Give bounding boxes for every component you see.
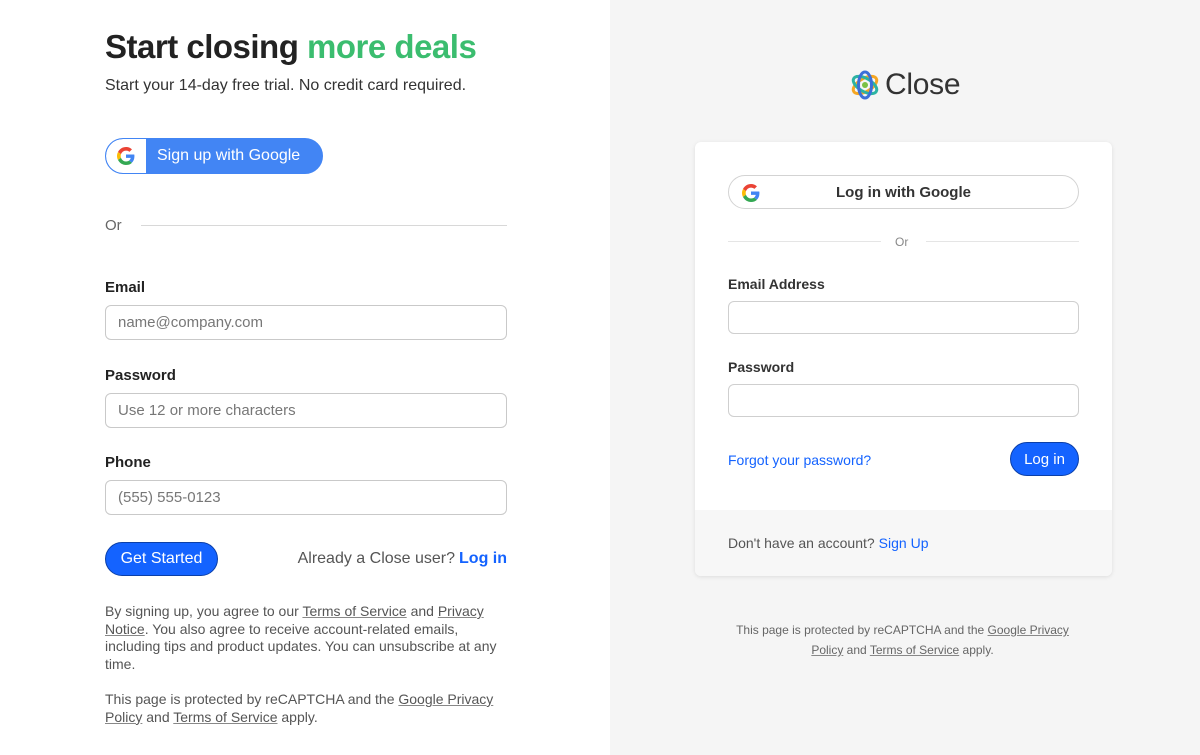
password-label: Password bbox=[105, 367, 176, 384]
forgot-password-link[interactable]: Forgot your password? bbox=[728, 452, 871, 468]
phone-input[interactable] bbox=[105, 480, 507, 515]
close-logo-icon bbox=[851, 70, 879, 100]
headline-accent-text: more deals bbox=[307, 28, 477, 65]
email-label: Email bbox=[105, 279, 146, 296]
or-divider-label: Or bbox=[105, 217, 122, 234]
or-divider-label: Or bbox=[895, 235, 909, 249]
recaptcha-text: apply. bbox=[277, 708, 318, 725]
already-user-text: Already a Close user? Log in bbox=[298, 550, 507, 568]
signup-panel: Start closing more deals Start your 14-d… bbox=[0, 0, 610, 755]
terms-of-service-link[interactable]: Terms of Service bbox=[302, 603, 406, 619]
google-terms-link[interactable]: Terms of Service bbox=[870, 643, 959, 657]
google-g-icon bbox=[742, 184, 760, 202]
login-button[interactable]: Log in bbox=[1010, 442, 1079, 476]
google-g-icon bbox=[117, 147, 135, 165]
already-user-label: Already a Close user? bbox=[297, 550, 456, 567]
no-account-text: Don't have an account? Sign Up bbox=[728, 535, 928, 551]
recaptcha-text: and bbox=[142, 708, 174, 725]
recaptcha-text: This page is protected by reCAPTCHA and … bbox=[105, 691, 399, 707]
no-account-label: Don't have an account? bbox=[728, 535, 875, 551]
recaptcha-text: and bbox=[843, 643, 870, 657]
legal-text: and bbox=[406, 603, 438, 619]
login-password-input[interactable] bbox=[728, 384, 1079, 417]
login-link[interactable]: Log in bbox=[455, 550, 507, 567]
headline-text: Start closing bbox=[105, 28, 308, 65]
google-login-label: Log in with Google bbox=[836, 183, 971, 201]
password-input[interactable] bbox=[105, 393, 507, 428]
close-logo: Close bbox=[849, 68, 961, 102]
recaptcha-text: This page is protected by reCAPTCHA and … bbox=[736, 623, 988, 637]
legal-text: By signing up, you agree to our bbox=[105, 603, 303, 619]
google-terms-link[interactable]: Terms of Service bbox=[173, 709, 277, 725]
logo-text: Close bbox=[885, 68, 961, 101]
login-recaptcha-text: This page is protected by reCAPTCHA and … bbox=[720, 620, 1085, 660]
or-divider-line bbox=[926, 241, 1079, 242]
google-signup-label: Sign up with Google bbox=[157, 147, 301, 164]
or-divider-line bbox=[728, 241, 881, 242]
legal-text: . You also agree to receive account-rela… bbox=[105, 620, 497, 672]
login-card: Log in with Google Or Email Address Pass… bbox=[695, 142, 1112, 576]
google-signup-button[interactable]: Sign up with Google bbox=[105, 138, 323, 174]
google-icon-box bbox=[106, 139, 146, 173]
sign-up-link[interactable]: Sign Up bbox=[875, 535, 929, 551]
signup-recaptcha-text: This page is protected by reCAPTCHA and … bbox=[105, 691, 505, 726]
google-login-button[interactable]: Log in with Google bbox=[728, 175, 1079, 209]
or-divider-line bbox=[141, 225, 507, 226]
email-address-label: Email Address bbox=[728, 276, 825, 292]
get-started-button[interactable]: Get Started bbox=[105, 542, 218, 576]
signup-headline: Start closing more deals bbox=[105, 28, 477, 66]
signup-legal-text: By signing up, you agree to our Terms of… bbox=[105, 603, 505, 673]
email-input[interactable] bbox=[105, 305, 507, 340]
login-password-label: Password bbox=[728, 359, 795, 375]
signup-subhead: Start your 14-day free trial. No credit … bbox=[105, 77, 467, 94]
phone-label: Phone bbox=[105, 454, 151, 471]
recaptcha-text: apply. bbox=[959, 643, 994, 657]
login-email-input[interactable] bbox=[728, 301, 1079, 334]
